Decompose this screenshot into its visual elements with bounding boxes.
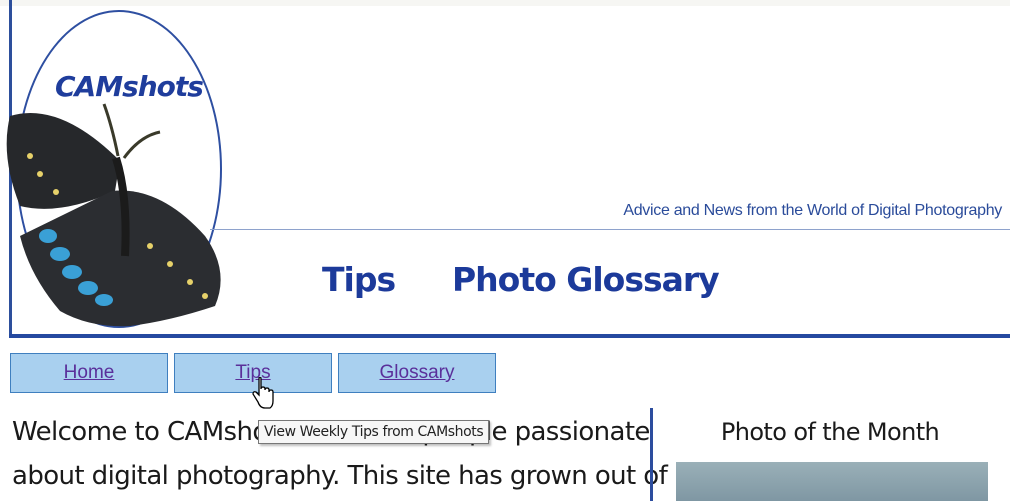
header-link-photo-glossary[interactable]: Photo Glossary xyxy=(452,260,720,299)
nav-button-glossary[interactable]: Glossary xyxy=(338,353,496,393)
top-strip xyxy=(0,0,1010,6)
nav-button-home[interactable]: Home xyxy=(10,353,168,393)
photo-of-month-image[interactable] xyxy=(676,462,988,501)
butterfly-logo xyxy=(6,103,221,327)
header-rule xyxy=(9,334,1010,338)
tagline-rule xyxy=(210,229,1010,230)
tips-tooltip: View Weekly Tips from CAMshots xyxy=(258,420,490,444)
welcome-line-2: about digital photography. This site has… xyxy=(12,461,668,491)
sidebar-divider xyxy=(650,408,653,501)
tagline: Advice and News from the World of Digita… xyxy=(623,202,1002,219)
header-link-tips[interactable]: Tips xyxy=(322,260,396,299)
hand-pointer-icon xyxy=(252,377,274,409)
photo-of-month-title: Photo of the Month xyxy=(720,418,940,446)
